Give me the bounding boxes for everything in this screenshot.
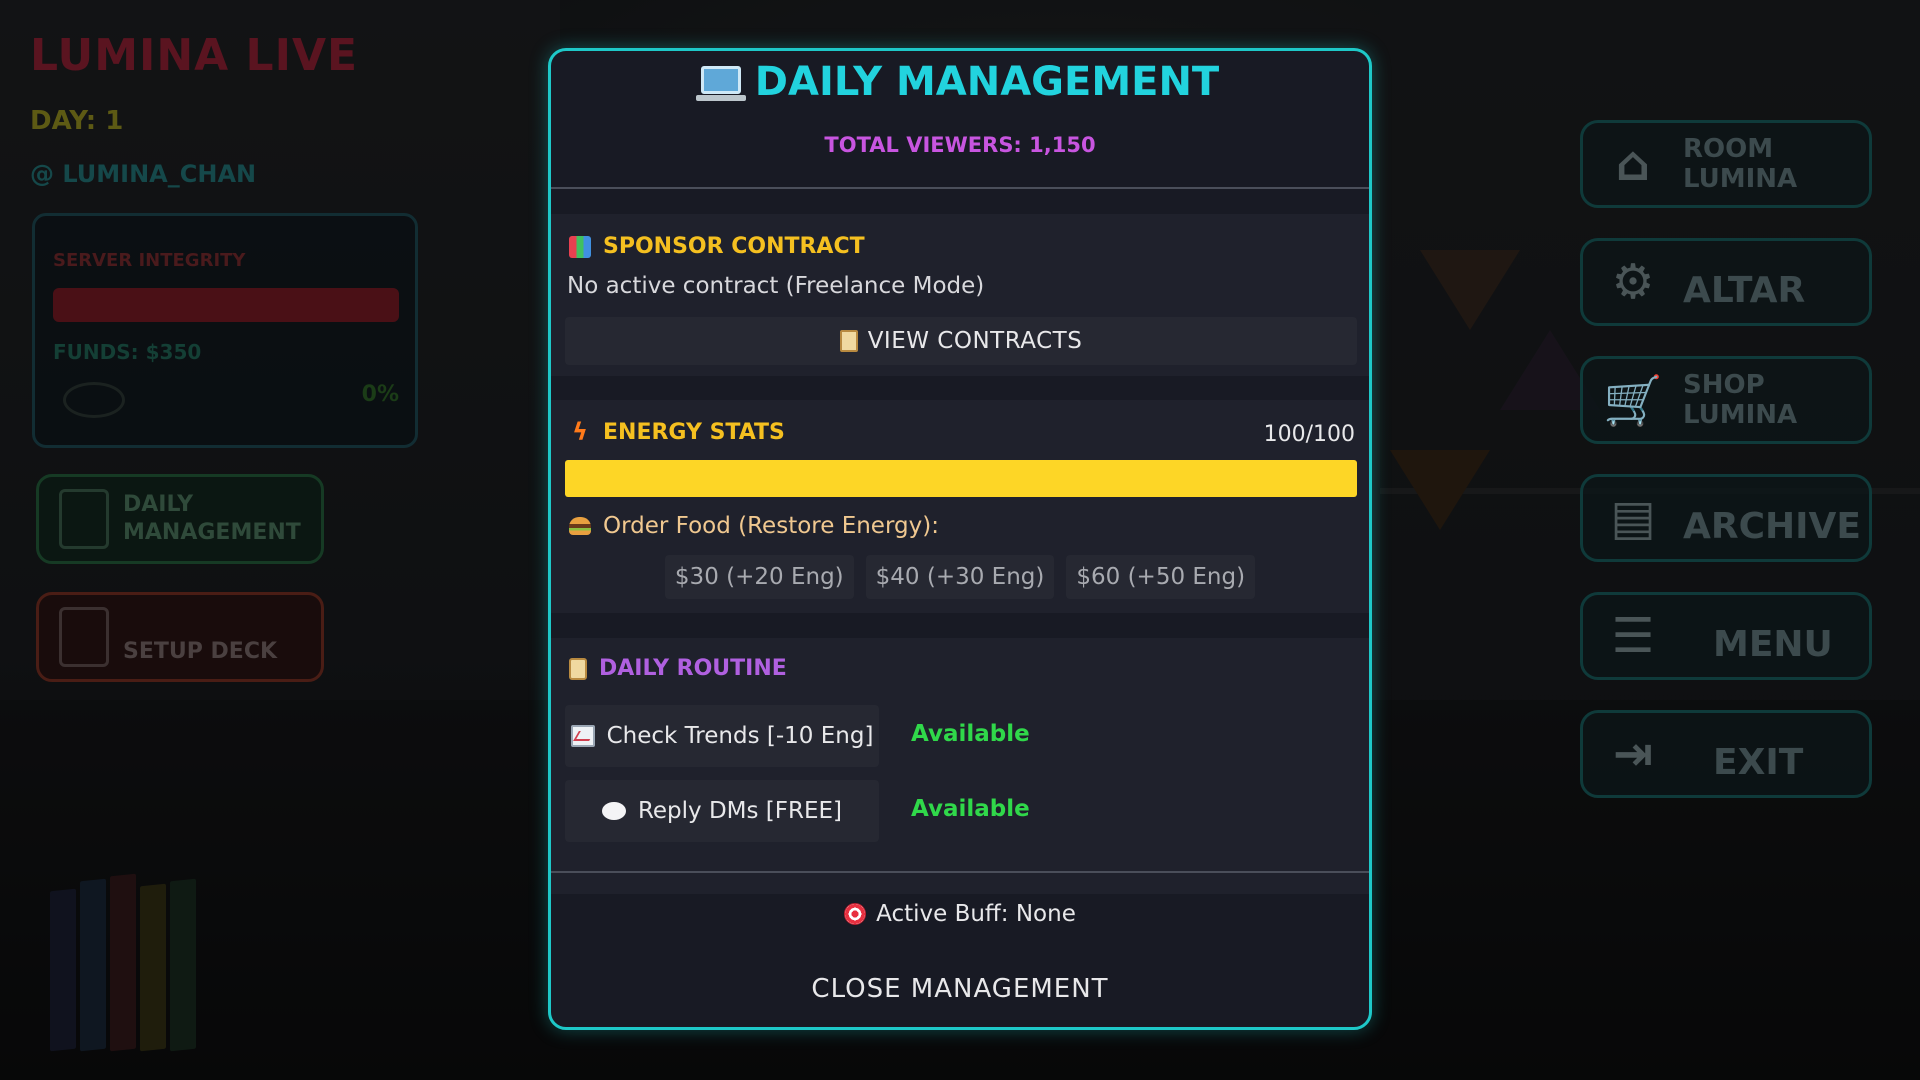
sponsor-contract-section: SPONSOR CONTRACT No active contract (Fre…: [551, 214, 1369, 376]
status-panel: SERVER INTEGRITY FUNDS: $350 0%: [32, 213, 418, 448]
house-icon: ⌂: [1615, 136, 1651, 192]
energy-value: 100/100: [1263, 422, 1355, 447]
altar-label: ALTAR: [1683, 270, 1806, 311]
view-contracts-label: VIEW CONTRACTS: [867, 328, 1083, 354]
clipboard-icon: [839, 330, 858, 352]
reply-dms-label: Reply DMs [FREE]: [637, 798, 843, 824]
active-buff-text: Active Buff: None: [876, 901, 1076, 927]
chart-increasing-icon: [570, 725, 595, 747]
daily-management-modal: DAILY MANAGEMENT TOTAL VIEWERS: 1,150 SP…: [548, 48, 1372, 1030]
eye-icon: [63, 382, 125, 418]
game-title: LUMINA LIVE: [30, 30, 359, 81]
setup-deck-label: SETUP DECK: [123, 638, 278, 664]
reply-dms-status: Available: [911, 796, 1030, 822]
total-viewers: TOTAL VIEWERS: 1,150: [824, 133, 1096, 157]
modal-title: DAILY MANAGEMENT: [551, 59, 1369, 105]
bar-chart-icon: [569, 235, 591, 258]
sponsor-status: No active contract (Freelance Mode): [567, 273, 985, 299]
footer-divider: [551, 871, 1369, 873]
energy-stats-section: ϟ ENERGY STATS 100/100 Order Food (Resto…: [551, 400, 1369, 613]
altar-button[interactable]: ⚙ ALTAR: [1580, 238, 1872, 326]
gear-icon: ⚙: [1611, 254, 1655, 310]
target-icon: [844, 903, 867, 925]
lightning-icon: ϟ: [572, 418, 588, 446]
modal-title-text: DAILY MANAGEMENT: [754, 59, 1220, 105]
modal-header: DAILY MANAGEMENT TOTAL VIEWERS: 1,150: [551, 51, 1369, 189]
cart-icon: 🛒: [1603, 372, 1663, 429]
room-lumina-label: ROOM LUMINA: [1683, 134, 1798, 194]
check-trends-button[interactable]: Check Trends [-10 Eng]: [565, 705, 879, 767]
burger-icon: [569, 517, 591, 535]
order-food-text: Order Food (Restore Energy):: [603, 513, 939, 539]
close-management-button[interactable]: CLOSE MANAGEMENT: [551, 974, 1369, 1004]
daily-management-button[interactable]: DAILY MANAGEMENT: [36, 474, 324, 564]
exit-button[interactable]: ⇥ EXIT: [1580, 710, 1872, 798]
active-buff: Active Buff: None: [551, 901, 1369, 927]
energy-heading-text: ENERGY STATS: [603, 419, 785, 445]
exit-label: EXIT: [1713, 742, 1804, 783]
energy-bar: [565, 460, 1357, 497]
energy-bar-fill: [565, 460, 1357, 497]
sponsor-heading-text: SPONSOR CONTRACT: [603, 234, 865, 259]
food-option-60[interactable]: $60 (+50 Eng): [1066, 555, 1256, 599]
food-option-40[interactable]: $40 (+30 Eng): [865, 555, 1055, 599]
setup-deck-button[interactable]: SETUP DECK: [36, 592, 324, 682]
daily-routine-section: DAILY ROUTINE Check Trends [-10 Eng] Ava…: [551, 638, 1369, 894]
speech-bubble-icon: [601, 802, 626, 820]
view-contracts-button[interactable]: VIEW CONTRACTS: [565, 317, 1357, 365]
funds-display: FUNDS: $350: [53, 340, 202, 364]
sponsor-heading: SPONSOR CONTRACT: [569, 234, 865, 259]
routine-heading-text: DAILY ROUTINE: [599, 656, 787, 681]
shop-lumina-label: SHOP LUMINA: [1683, 370, 1798, 430]
clipboard-icon: [59, 489, 109, 549]
routine-heading: DAILY ROUTINE: [569, 656, 787, 681]
cards-icon: [59, 607, 109, 667]
archive-label: ARCHIVE: [1683, 506, 1861, 547]
menu-label: MENU: [1713, 624, 1833, 665]
percent-display: 0%: [361, 382, 399, 407]
day-counter: DAY: 1: [30, 106, 124, 136]
check-trends-status: Available: [911, 721, 1030, 747]
archive-button[interactable]: ▤ ARCHIVE: [1580, 474, 1872, 562]
reply-dms-button[interactable]: Reply DMs [FREE]: [565, 780, 879, 842]
streamer-handle: @ LUMINA_CHAN: [30, 160, 257, 188]
book-icon: ▤: [1610, 490, 1656, 546]
server-integrity-bar: [53, 288, 399, 322]
energy-heading: ϟ ENERGY STATS: [569, 418, 785, 446]
food-option-30[interactable]: $30 (+20 Eng): [664, 555, 854, 599]
food-options: $30 (+20 Eng) $40 (+30 Eng) $60 (+50 Eng…: [551, 555, 1369, 599]
daily-management-label: DAILY MANAGEMENT: [123, 492, 301, 545]
shop-lumina-button[interactable]: 🛒 SHOP LUMINA: [1580, 356, 1872, 444]
exit-icon: ⇥: [1612, 726, 1654, 782]
clipboard-icon: [569, 657, 587, 680]
menu-button[interactable]: ☰ MENU: [1580, 592, 1872, 680]
check-trends-label: Check Trends [-10 Eng]: [606, 723, 874, 749]
laptop-icon: [695, 66, 746, 101]
room-lumina-button[interactable]: ⌂ ROOM LUMINA: [1580, 120, 1872, 208]
server-integrity-label: SERVER INTEGRITY: [53, 250, 246, 271]
order-food-label: Order Food (Restore Energy):: [569, 513, 939, 539]
menu-icon: ☰: [1611, 608, 1655, 664]
